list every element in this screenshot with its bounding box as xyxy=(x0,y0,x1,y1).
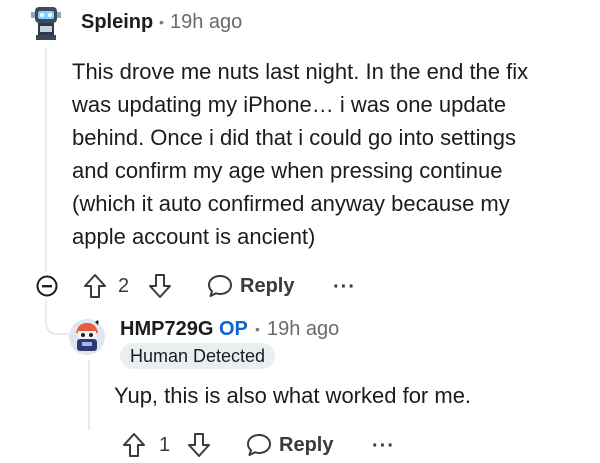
user-flair: Human Detected xyxy=(120,343,276,369)
comment-body: This drove me nuts last night. In the en… xyxy=(72,59,529,249)
downvote-icon[interactable] xyxy=(187,432,211,463)
reply-body: Yup, this is also what worked for me. xyxy=(114,383,472,408)
upvote-icon[interactable] xyxy=(83,273,107,304)
timestamp: 19h ago xyxy=(267,318,340,340)
collapse-icon[interactable] xyxy=(36,275,58,302)
avatar[interactable] xyxy=(28,3,64,43)
separator-dot: • xyxy=(159,14,164,30)
reply-button[interactable]: Reply xyxy=(240,275,294,298)
more-options-button[interactable]: ··· xyxy=(333,276,356,299)
upvote-icon[interactable] xyxy=(122,432,146,463)
downvote-icon[interactable] xyxy=(148,273,172,304)
more-options-button[interactable]: ··· xyxy=(372,435,395,458)
username[interactable]: HMP729G xyxy=(120,318,213,341)
op-badge: OP xyxy=(219,318,248,340)
thread-line-child xyxy=(88,360,90,430)
vote-count: 2 xyxy=(118,275,130,297)
vote-count: 1 xyxy=(159,434,171,456)
avatar[interactable] xyxy=(68,317,106,357)
thread-line-parent xyxy=(45,48,47,272)
reply-button[interactable]: Reply xyxy=(279,434,333,457)
separator-dot: • xyxy=(255,321,260,337)
timestamp: 19h ago xyxy=(170,11,243,33)
reply-icon[interactable] xyxy=(207,274,233,303)
username[interactable]: Spleinp xyxy=(81,11,153,34)
